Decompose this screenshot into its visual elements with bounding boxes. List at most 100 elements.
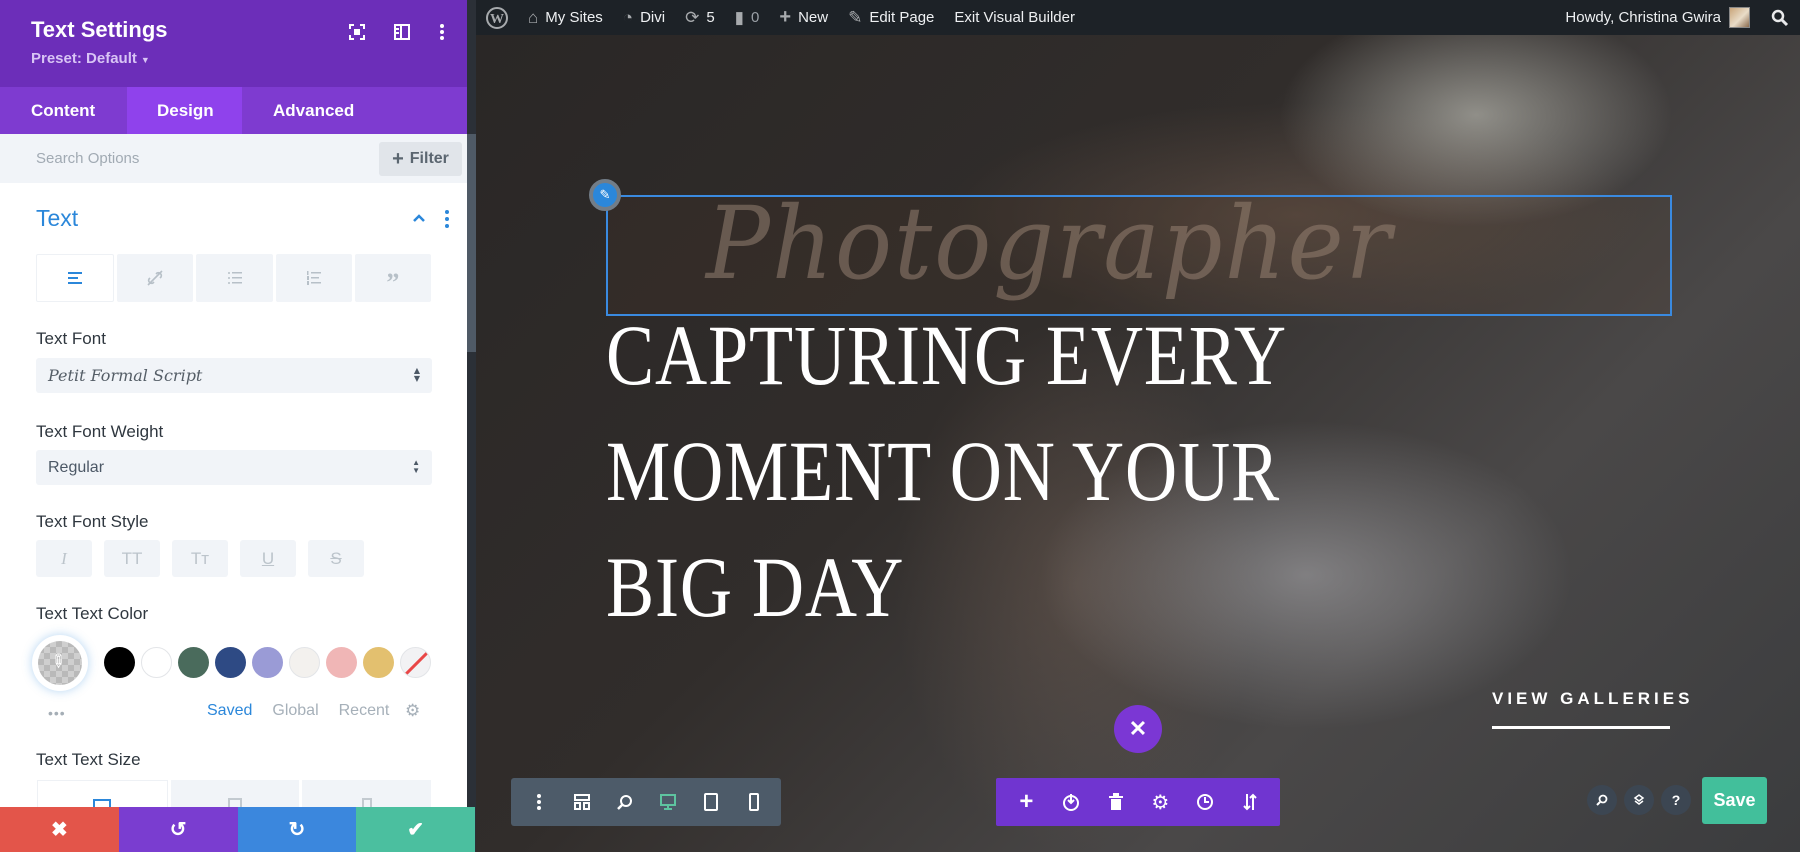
search-icon[interactable] — [1760, 9, 1800, 27]
chevron-up-icon[interactable] — [412, 210, 426, 228]
palette-tab-global[interactable]: Global — [272, 702, 318, 720]
more-options-icon[interactable] — [522, 785, 556, 819]
view-galleries-link[interactable]: VIEW GALLERIES — [1492, 689, 1693, 709]
add-icon[interactable]: + — [1009, 785, 1043, 819]
updates-menu[interactable]: ⟳ 5 — [675, 0, 725, 35]
unordered-list-icon — [227, 272, 242, 284]
more-options-icon[interactable] — [430, 20, 454, 44]
color-swatch[interactable] — [215, 647, 246, 678]
search-options-input[interactable] — [0, 134, 370, 183]
zoom-icon[interactable] — [608, 785, 642, 819]
subtab-unordered-list[interactable] — [196, 254, 273, 302]
portability-icon[interactable] — [1054, 785, 1088, 819]
tablet-view-icon[interactable] — [694, 785, 728, 819]
svg-text:W: W — [490, 12, 504, 27]
module-edit-badge[interactable]: ✎ — [589, 179, 621, 211]
link-icon — [147, 270, 163, 286]
preset-dropdown[interactable]: Preset: Default ▼ — [31, 50, 150, 67]
builder-canvas[interactable]: Photographer ✎ CAPTURING EVERY MOMENT ON… — [476, 35, 1800, 852]
color-swatch[interactable] — [289, 647, 320, 678]
exit-visual-builder-label: Exit Visual Builder — [954, 9, 1075, 26]
group-title-text[interactable]: Text — [36, 205, 78, 232]
headline-line: MOMENT ON YOUR — [606, 423, 1280, 519]
preset-label: Preset: Default — [31, 50, 137, 67]
history-icon[interactable] — [1188, 785, 1222, 819]
more-colors-icon[interactable]: ••• — [48, 705, 66, 721]
group-more-icon[interactable] — [444, 210, 450, 230]
pencil-icon: ✎ — [848, 7, 863, 27]
split-view-icon[interactable] — [390, 20, 414, 44]
gear-icon[interactable]: ⚙ — [405, 701, 420, 721]
desktop-view-icon[interactable] — [651, 785, 685, 819]
color-picker-button[interactable]: ✎ — [32, 635, 88, 691]
capitalize-button[interactable]: Tт — [172, 540, 228, 577]
filter-button[interactable]: + Filter — [379, 142, 462, 176]
new-label: New — [798, 9, 829, 26]
device-tab-tablet[interactable] — [170, 780, 300, 810]
color-swatch[interactable] — [141, 647, 172, 678]
avatar[interactable] — [1729, 7, 1750, 28]
find-replace-icon[interactable] — [1587, 785, 1617, 815]
uppercase-button[interactable]: TT — [104, 540, 160, 577]
trash-icon[interactable] — [1099, 785, 1133, 819]
search-bar: + Filter — [0, 134, 467, 183]
dashboard-icon: ◔ — [622, 7, 634, 27]
updates-icon: ⟳ — [685, 7, 700, 27]
undo-button[interactable]: ↺ — [118, 807, 238, 852]
subtab-quote[interactable]: ” — [354, 254, 432, 302]
no-color-swatch[interactable] — [400, 647, 431, 678]
tab-content[interactable]: Content — [0, 87, 127, 134]
settings-gear-icon[interactable]: ⚙ — [1143, 785, 1177, 819]
my-sites-menu[interactable]: ⌂ My Sites — [518, 0, 613, 35]
comments-menu[interactable]: ▮ 0 — [725, 0, 770, 35]
focus-mode-icon[interactable] — [345, 20, 369, 44]
tab-design[interactable]: Design — [127, 87, 242, 134]
greeting-link[interactable]: Howdy, Christina Gwira — [1565, 9, 1721, 26]
palette-tab-recent[interactable]: Recent — [339, 702, 390, 720]
text-font-value: Petit Formal Script — [48, 366, 203, 385]
edit-page-link[interactable]: ✎ Edit Page — [838, 0, 944, 35]
wireframe-view-icon[interactable] — [565, 785, 599, 819]
panel-scroll-track[interactable] — [467, 0, 476, 852]
divi-menu[interactable]: ◔ Divi — [613, 0, 675, 35]
save-changes-button[interactable]: ✔ — [356, 807, 475, 852]
subtab-ordered-list[interactable] — [275, 254, 352, 302]
subtab-link[interactable] — [117, 254, 194, 302]
help-button[interactable]: ? — [1661, 785, 1691, 815]
layers-icon[interactable] — [1624, 785, 1654, 815]
save-page-button[interactable]: Save — [1702, 777, 1767, 824]
redo-button[interactable]: ↻ — [237, 807, 357, 852]
filter-label: Filter — [409, 150, 449, 167]
undo-icon: ↺ — [169, 819, 187, 841]
exit-visual-builder-link[interactable]: Exit Visual Builder — [944, 0, 1085, 35]
strikethrough-button[interactable]: S — [308, 540, 364, 577]
device-tab-desktop[interactable] — [37, 780, 168, 811]
color-swatch[interactable] — [326, 647, 357, 678]
discard-button[interactable]: ✖ — [0, 807, 119, 852]
italic-button[interactable]: I — [36, 540, 92, 577]
tab-advanced[interactable]: Advanced — [242, 87, 385, 134]
subtab-text-align[interactable] — [36, 254, 115, 302]
redo-icon: ↻ — [288, 819, 306, 841]
sort-arrows-icon[interactable] — [1233, 785, 1267, 819]
text-font-style-label: Text Font Style — [36, 512, 149, 531]
text-font-select[interactable]: Petit Formal Script ▲ ▼ — [36, 358, 432, 393]
color-swatch[interactable] — [363, 647, 394, 678]
hero-headline[interactable]: CAPTURING EVERY MOMENT ON YOUR BIG DAY — [606, 297, 1287, 645]
palette-tab-saved[interactable]: Saved — [207, 702, 252, 720]
text-font-weight-select[interactable]: Regular ▲ ▼ — [36, 450, 432, 485]
color-swatch[interactable] — [104, 647, 135, 678]
plus-icon: + — [392, 147, 404, 170]
select-arrows-icon: ▲ ▼ — [412, 458, 420, 475]
align-left-icon — [68, 272, 83, 284]
panel-scrollbar-thumb[interactable] — [467, 134, 476, 352]
new-menu[interactable]: + New — [769, 0, 838, 35]
wordpress-menu[interactable]: W — [476, 0, 518, 35]
color-swatch[interactable] — [252, 647, 283, 678]
color-swatch[interactable] — [178, 647, 209, 678]
underline-button[interactable]: U — [240, 540, 296, 577]
device-tab-phone[interactable] — [302, 780, 432, 810]
phone-view-icon[interactable] — [737, 785, 771, 819]
close-section-button[interactable]: ✕ — [1114, 705, 1162, 753]
ordered-list-icon — [306, 271, 321, 285]
